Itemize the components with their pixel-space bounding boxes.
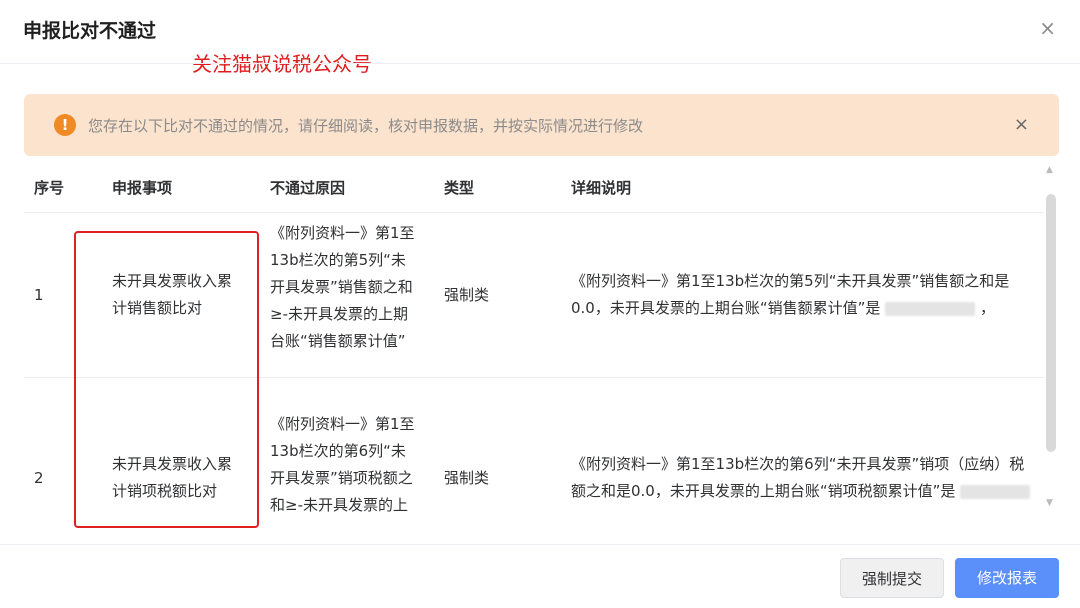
- header-divider: [0, 63, 1080, 64]
- vertical-scrollbar-thumb[interactable]: [1046, 194, 1056, 452]
- row-type: 强制类: [428, 212, 555, 378]
- row-detail: 《附列资料一》第1至13b栏次的第5列“未开具发票”销售额之和是0.0，未开具发…: [555, 212, 1044, 378]
- row-detail: 《附列资料一》第1至13b栏次的第6列“未开具发票”销项（应纳）税额之和是0.0…: [555, 377, 1044, 512]
- warning-icon: !: [54, 114, 76, 136]
- row-reason-text: 《附列资料一》第1至13b栏次的第5列“未开具发票”销售额之和≥-未开具发票的上…: [270, 224, 415, 350]
- row-reason: 《附列资料一》第1至13b栏次的第6列“未开具发票”销项税额之和≥-未开具发票的…: [254, 377, 428, 513]
- dialog-title: 申报比对不通过: [23, 20, 157, 42]
- alert-close-icon[interactable]: ×: [1014, 114, 1029, 135]
- redacted-value: [960, 484, 1031, 499]
- row-detail-tail: ，: [979, 299, 995, 317]
- footer-divider: [0, 544, 1080, 545]
- col-header-no: 序号: [24, 162, 94, 213]
- highlight-box: [74, 231, 259, 528]
- scroll-down-arrow-icon[interactable]: ▼: [1046, 498, 1053, 508]
- table-header-row: 序号 申报事项 不通过原因 类型 详细说明: [24, 162, 1044, 213]
- row-reason-text: 《附列资料一》第1至13b栏次的第6列“未开具发票”销项税额之和≥-未开具发票的…: [270, 414, 415, 513]
- warning-alert: ! 您存在以下比对不通过的情况，请仔细阅读，核对申报数据，并按实际情况进行修改 …: [24, 94, 1059, 156]
- scroll-up-arrow-icon[interactable]: ▲: [1046, 165, 1053, 175]
- col-header-type: 类型: [428, 162, 555, 213]
- modify-report-button[interactable]: 修改报表: [955, 558, 1059, 598]
- col-header-item: 申报事项: [94, 162, 254, 213]
- redacted-value: [885, 301, 976, 316]
- row-type: 强制类: [428, 377, 555, 512]
- col-header-detail: 详细说明: [555, 162, 1044, 213]
- force-submit-button[interactable]: 强制提交: [840, 558, 944, 598]
- row-detail-text: 《附列资料一》第1至13b栏次的第6列“未开具发票”销项（应纳）税额之和是0.0…: [571, 455, 1025, 500]
- alert-message: 您存在以下比对不通过的情况，请仔细阅读，核对申报数据，并按实际情况进行修改: [88, 117, 644, 135]
- row-reason: 《附列资料一》第1至13b栏次的第5列“未开具发票”销售额之和≥-未开具发票的上…: [254, 212, 428, 378]
- dialog-close-icon[interactable]: ×: [1039, 18, 1056, 38]
- col-header-reason: 不通过原因: [254, 162, 428, 213]
- compare-fail-dialog: 申报比对不通过 × 关注猫叔说税公众号 ! 您存在以下比对不通过的情况，请仔细阅…: [0, 0, 1080, 608]
